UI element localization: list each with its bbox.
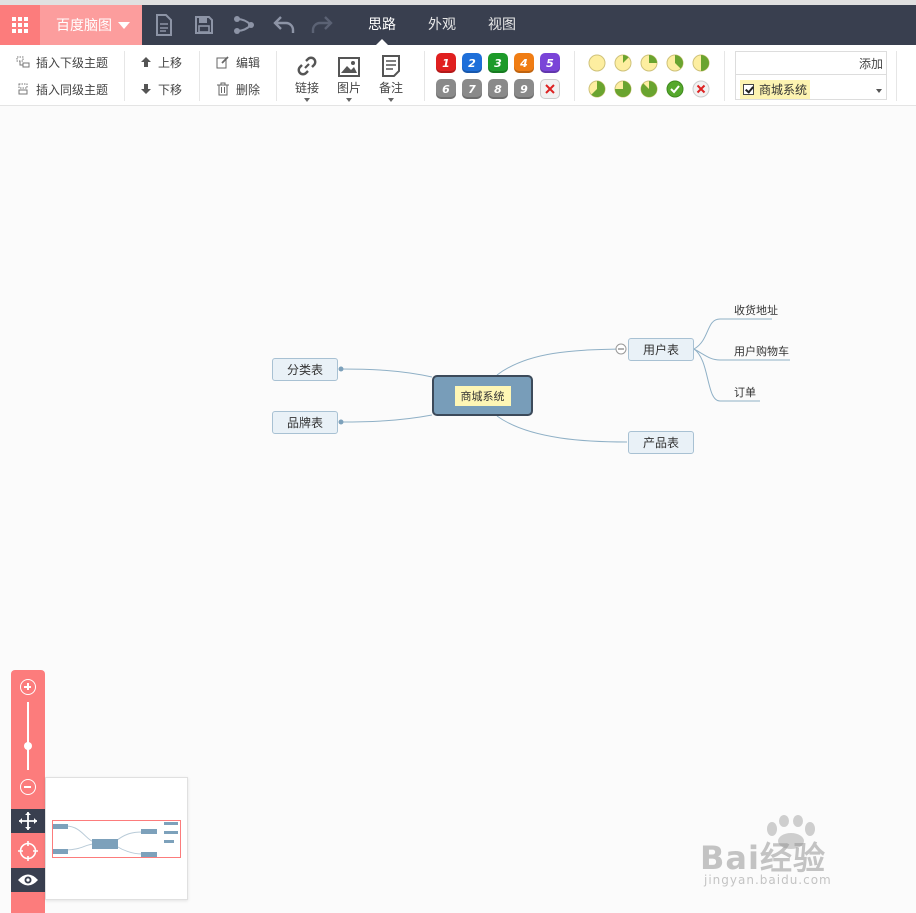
minimap-viewport[interactable]: [52, 820, 181, 858]
node-brand[interactable]: 品牌表: [272, 411, 338, 434]
collapse-icon[interactable]: [615, 343, 627, 355]
node-user-cart[interactable]: 用户购物车: [734, 343, 789, 359]
connector-user: [496, 348, 622, 376]
node-order[interactable]: 订单: [734, 384, 756, 400]
connector-dot: [338, 419, 344, 425]
node-shipping-address[interactable]: 收货地址: [734, 302, 778, 318]
connector-dot: [338, 366, 344, 372]
node-product[interactable]: 产品表: [628, 431, 694, 454]
eye-icon[interactable]: [11, 868, 45, 892]
zoom-slider-thumb[interactable]: [24, 742, 32, 750]
connector-category: [340, 368, 433, 378]
zoom-out-icon[interactable]: [20, 779, 36, 795]
connector-brand: [340, 414, 433, 423]
zoom-slider-track[interactable]: [27, 702, 29, 770]
watermark: Bai经验 jingyan.baidu.com: [700, 815, 870, 895]
map-navigator: [11, 670, 45, 913]
watermark-url: jingyan.baidu.com: [704, 873, 832, 887]
drag-move-icon[interactable]: [11, 809, 45, 833]
node-category[interactable]: 分类表: [272, 358, 338, 381]
root-node[interactable]: 商城系统: [432, 375, 533, 416]
zoom-in-icon[interactable]: [20, 679, 36, 695]
minimap[interactable]: [45, 777, 188, 900]
root-node-label: 商城系统: [454, 385, 511, 406]
locate-center-icon[interactable]: [11, 839, 45, 863]
node-user[interactable]: 用户表: [628, 338, 694, 361]
connector-product: [496, 415, 628, 443]
